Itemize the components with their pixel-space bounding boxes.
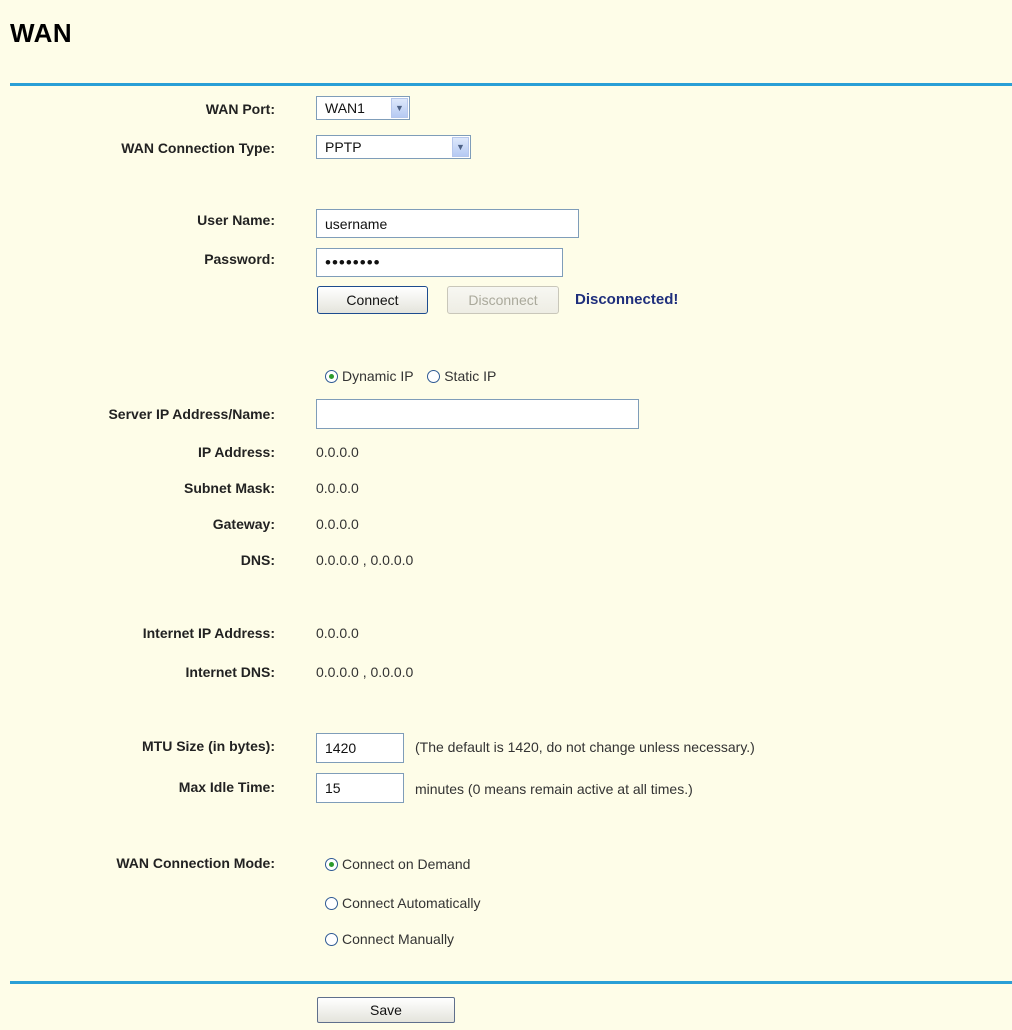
gateway-label: Gateway: [212, 516, 275, 532]
ip-address-label: IP Address: [197, 444, 275, 460]
connection-type-value: PPTP [325, 139, 362, 155]
mode-manual-row: Connect Manually [325, 931, 454, 947]
connection-type-label: WAN Connection Type: [121, 140, 275, 156]
disconnect-button[interactable]: Disconnect [447, 286, 559, 314]
chevron-down-icon: ▼ [452, 137, 469, 157]
ip-address-value: 0.0.0.0 [316, 444, 359, 460]
ip-mode-group: Dynamic IP Static IP [325, 368, 496, 384]
connection-status-text: Disconnected! [575, 291, 679, 308]
subnet-mask-label: Subnet Mask: [183, 480, 275, 496]
mtu-label: MTU Size (in bytes): [141, 738, 275, 754]
mtu-input[interactable]: 1420 [316, 733, 404, 763]
bottom-divider [10, 981, 1012, 984]
connect-button[interactable]: Connect [317, 286, 428, 314]
subnet-mask-value: 0.0.0.0 [316, 480, 359, 496]
save-button[interactable]: Save [317, 997, 455, 1023]
connection-type-select[interactable]: PPTP ▼ [316, 135, 471, 159]
server-input[interactable] [316, 399, 639, 429]
mode-automatic-row: Connect Automatically [325, 895, 481, 911]
mtu-note: (The default is 1420, do not change unle… [415, 739, 755, 755]
static-ip-label: Static IP [444, 368, 497, 384]
password-label: Password: [204, 251, 275, 267]
connection-mode-label: WAN Connection Mode: [116, 855, 275, 871]
internet-dns-value: 0.0.0.0 , 0.0.0.0 [316, 664, 414, 680]
radio-static-ip[interactable] [427, 370, 441, 383]
user-name-input[interactable]: username [316, 209, 579, 238]
dynamic-ip-label: Dynamic IP [342, 368, 414, 384]
dns-label: DNS: [240, 552, 275, 568]
dns-value: 0.0.0.0 , 0.0.0.0 [316, 552, 414, 568]
radio-connect-automatically[interactable] [325, 897, 338, 910]
password-input[interactable]: •••••••• [316, 248, 563, 277]
max-idle-label: Max Idle Time: [178, 779, 275, 795]
wan-port-value: WAN1 [325, 100, 365, 116]
radio-connect-manually[interactable] [325, 933, 338, 946]
gateway-value: 0.0.0.0 [316, 516, 359, 532]
mode-on-demand-label: Connect on Demand [342, 856, 471, 872]
max-idle-input[interactable]: 15 [316, 773, 404, 803]
radio-dynamic-ip[interactable] [325, 370, 338, 383]
internet-dns-label: Internet DNS: [185, 664, 275, 680]
max-idle-note: minutes (0 means remain active at all ti… [415, 781, 693, 797]
wan-port-label: WAN Port: [205, 101, 275, 117]
chevron-down-icon: ▼ [391, 98, 408, 118]
internet-ip-label: Internet IP Address: [142, 625, 275, 641]
mode-manual-label: Connect Manually [342, 931, 455, 947]
top-divider [10, 83, 1012, 86]
server-label: Server IP Address/Name: [108, 406, 275, 422]
radio-connect-on-demand[interactable] [325, 858, 338, 871]
wan-port-select[interactable]: WAN1 ▼ [316, 96, 410, 120]
mode-on-demand-row: Connect on Demand [325, 856, 470, 872]
user-name-label: User Name: [197, 212, 275, 228]
mode-automatic-label: Connect Automatically [342, 895, 481, 911]
page-title: WAN [10, 18, 73, 48]
internet-ip-value: 0.0.0.0 [316, 625, 359, 641]
